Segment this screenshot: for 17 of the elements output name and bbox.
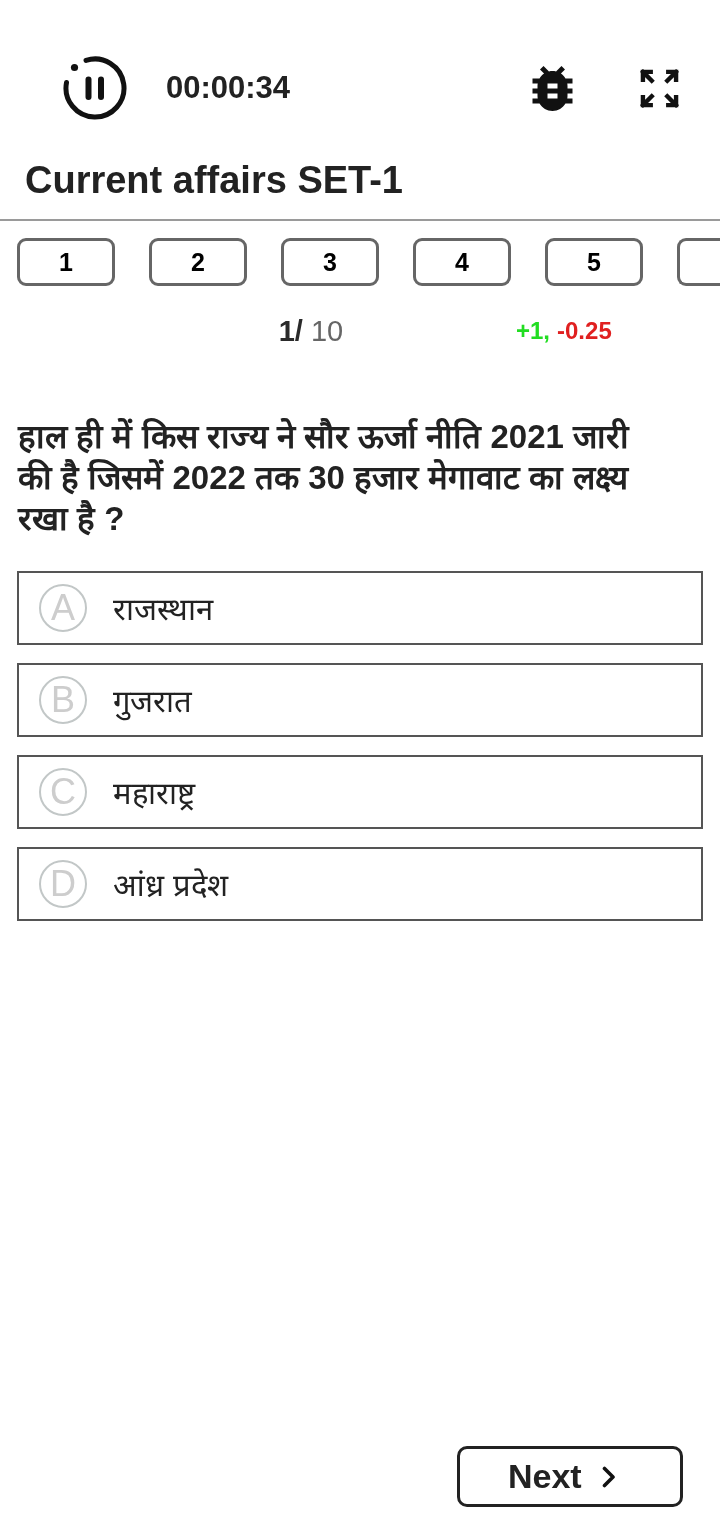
question-number-tab[interactable]: 4 xyxy=(413,238,511,286)
question-number-tab[interactable]: 3 xyxy=(281,238,379,286)
question-counter: 1/ 10 xyxy=(278,314,344,348)
chevron-right-icon xyxy=(601,1465,616,1488)
question-number-tab[interactable]: 5 xyxy=(545,238,643,286)
timer-text: 00:00:34 xyxy=(166,70,291,106)
fullscreen-icon[interactable] xyxy=(640,68,679,108)
negative-marks-text: -0.25 xyxy=(557,317,612,345)
question-text: हाल ही में किस राज्य ने सौर ऊर्जा नीति 2021 जारी की है जिसमें 2022 तक 30 हजार मेगावाट का लक्ष्य रखा है ? xyxy=(18,417,631,539)
quiz-title: Current affairs SET-1 xyxy=(25,158,404,203)
question-number-tab[interactable]: 2 xyxy=(149,238,247,286)
pause-icon[interactable] xyxy=(62,55,128,121)
bug-icon[interactable] xyxy=(532,65,573,111)
next-button[interactable]: Next xyxy=(457,1446,683,1507)
correct-marks-text: +1, xyxy=(516,317,551,345)
partial-question-tab[interactable] xyxy=(677,238,720,286)
question-number-tab[interactable]: 1 xyxy=(17,238,115,286)
